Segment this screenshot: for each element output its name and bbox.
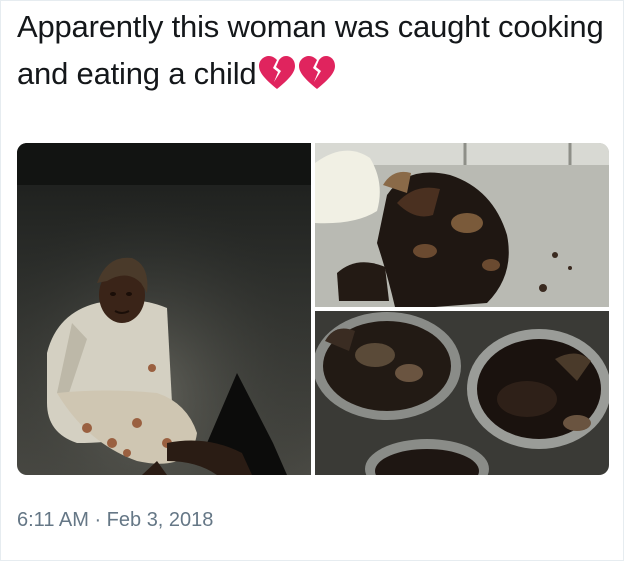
charred-meat-photo[interactable]	[315, 143, 609, 307]
broken-heart-icon	[298, 56, 336, 103]
tweet-card: Apparently this woman was caught cooking…	[0, 0, 624, 561]
woman-sitting-on-ground-photo[interactable]	[17, 143, 311, 475]
broken-heart-icon	[258, 56, 296, 103]
media-grid[interactable]	[17, 143, 609, 475]
tweet-timestamp[interactable]: 6:11 AM · Feb 3, 2018	[17, 509, 213, 532]
cooking-pots-photo[interactable]	[315, 311, 609, 475]
tweet-text: Apparently this woman was caught cooking…	[17, 3, 607, 103]
